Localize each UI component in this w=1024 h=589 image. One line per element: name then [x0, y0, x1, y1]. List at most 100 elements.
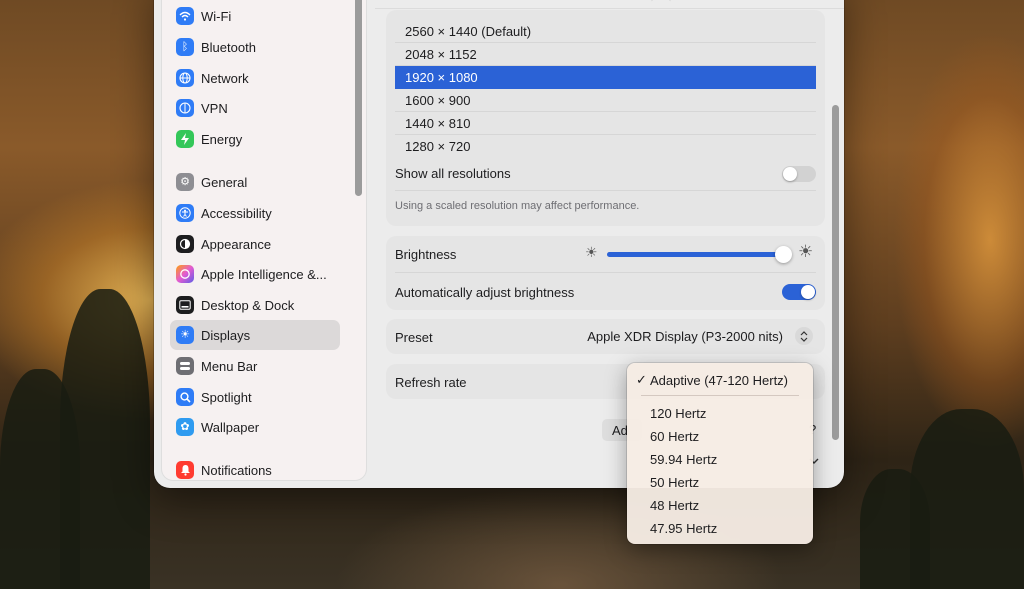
preset-stepper-icon[interactable]	[795, 327, 813, 345]
preset-label: Preset	[395, 329, 433, 345]
resolution-option[interactable]: 1600 × 900	[395, 89, 816, 112]
main-scrollbar[interactable]	[832, 105, 839, 440]
brightness-label: Brightness	[395, 246, 457, 262]
sidebar-item-label: Wi-Fi	[201, 8, 232, 24]
sidebar-item-label: Wallpaper	[201, 419, 260, 435]
checkmark-icon: ✓	[636, 372, 647, 387]
divider	[395, 190, 816, 191]
sidebar-item-label: Accessibility	[201, 205, 272, 221]
menubar-icon	[176, 357, 194, 375]
sidebar-item-label: Network	[201, 70, 249, 86]
resolution-option[interactable]: 2048 × 1152	[395, 43, 816, 66]
wallpaper-tree	[0, 369, 80, 589]
scaling-note-row: Using a scaled resolution may affect per…	[395, 198, 816, 214]
sidebar-item-label: Bluetooth	[201, 39, 256, 55]
sidebar-item-energy[interactable]: Energy	[170, 124, 340, 154]
bell-icon	[176, 461, 194, 479]
sidebar-item-label: Menu Bar	[201, 358, 258, 374]
dock-icon	[176, 296, 194, 314]
sun-icon: ☀	[176, 326, 194, 344]
brightness-high-icon: ☀	[798, 242, 814, 261]
popover-top-edge	[375, 8, 844, 9]
sidebar-item-label: Apple Intelligence &...	[201, 266, 327, 282]
sidebar-item-displays[interactable]: ☀ Displays	[170, 320, 340, 350]
sidebar-item-notifications[interactable]: Notifications	[170, 455, 340, 485]
menu-separator	[641, 395, 799, 396]
resolution-group: 2560 × 1440 (Default) 2048 × 1152 1920 ×…	[386, 10, 825, 226]
resolution-option-selected[interactable]: 1920 × 1080	[395, 66, 816, 89]
preset-group: Preset Apple XDR Display (P3-2000 nits)	[386, 319, 825, 354]
sidebar-item-appearance[interactable]: Appearance	[170, 229, 340, 259]
refresh-rate-menu: ✓ Adaptive (47-120 Hertz) 120 Hertz 60 H…	[627, 363, 813, 544]
flower-icon: ✿	[176, 418, 194, 436]
show-all-resolutions-toggle[interactable]	[782, 166, 816, 182]
sidebar-item-wallpaper[interactable]: ✿ Wallpaper	[170, 412, 340, 442]
refresh-rate-option[interactable]: 120 Hertz	[632, 402, 808, 424]
sidebar-item-label: General	[201, 174, 248, 190]
refresh-rate-option[interactable]: 50 Hertz	[632, 471, 808, 493]
bolt-icon	[176, 130, 194, 148]
preset-value[interactable]: Apple XDR Display (P3-2000 nits)	[587, 329, 783, 344]
brightness-group: Brightness ☀ ☀ Automatically adjust brig…	[386, 236, 825, 310]
refresh-rate-option-label: Adaptive (47-120 Hertz)	[650, 372, 789, 388]
resolution-option[interactable]: 2560 × 1440 (Default)	[395, 20, 816, 43]
advanced-button-label: Ad	[612, 422, 628, 438]
sidebar-item-spotlight[interactable]: Spotlight	[170, 382, 340, 412]
sidebar-item-bluetooth[interactable]: ᛒ Bluetooth	[170, 32, 340, 62]
search-icon	[176, 388, 194, 406]
show-all-resolutions-label: Show all resolutions	[395, 165, 511, 181]
refresh-rate-option-label: 48 Hertz	[650, 497, 700, 513]
refresh-rate-option-label: 120 Hertz	[650, 405, 707, 421]
brightness-slider[interactable]	[607, 246, 792, 263]
sidebar-item-vpn[interactable]: VPN	[170, 93, 340, 123]
refresh-rate-option-label: 50 Hertz	[650, 474, 700, 490]
sidebar-item-label: Spotlight	[201, 389, 252, 405]
refresh-rate-option-selected[interactable]: ✓ Adaptive (47-120 Hertz)	[632, 369, 808, 391]
sidebar-item-desktop-dock[interactable]: Desktop & Dock	[170, 290, 340, 320]
refresh-rate-option[interactable]: 60 Hertz	[632, 425, 808, 447]
auto-brightness-label: Automatically adjust brightness	[395, 284, 575, 300]
gear-icon: ⚙	[176, 173, 194, 191]
refresh-rate-option[interactable]: 48 Hertz	[632, 494, 808, 516]
globe-icon	[176, 69, 194, 87]
wallpaper-tree	[860, 469, 930, 589]
sidebar-item-general[interactable]: ⚙ General	[170, 167, 340, 197]
brightness-low-icon: ☀	[585, 244, 598, 260]
refresh-rate-option-label: 59.94 Hertz	[650, 451, 718, 467]
scaling-note: Using a scaled resolution may affect per…	[395, 200, 640, 212]
brightness-slider-thumb[interactable]	[775, 246, 792, 263]
sidebar-item-accessibility[interactable]: Accessibility	[170, 198, 340, 228]
divider	[395, 272, 816, 273]
refresh-rate-option[interactable]: 59.94 Hertz	[632, 448, 808, 470]
sidebar-item-menu-bar[interactable]: Menu Bar	[170, 351, 340, 381]
toggle-knob	[801, 285, 815, 299]
sidebar-item-label: Desktop & Dock	[201, 297, 295, 313]
sidebar-item-label: Energy	[201, 131, 243, 147]
resolution-option[interactable]: 1280 × 720	[395, 135, 816, 158]
refresh-rate-label: Refresh rate	[395, 374, 467, 390]
resolution-option[interactable]: 1440 × 810	[395, 112, 816, 135]
brightness-slider-fill	[607, 252, 786, 257]
wifi-icon	[176, 7, 194, 25]
sidebar-scrollbar[interactable]	[355, 0, 362, 196]
accessibility-icon	[176, 204, 194, 222]
refresh-rate-option-label: 60 Hertz	[650, 428, 700, 444]
auto-brightness-row: Automatically adjust brightness	[395, 281, 816, 303]
sidebar-item-network[interactable]: Network	[170, 63, 340, 93]
sidebar-item-apple-intelligence[interactable]: Apple Intelligence &...	[170, 259, 340, 289]
vpn-icon	[176, 99, 194, 117]
refresh-rate-option-label: 47.95 Hertz	[650, 520, 718, 536]
sidebar-item-label: Displays	[201, 327, 251, 343]
sidebar-item-label: VPN	[201, 100, 228, 116]
show-all-resolutions-row: Show all resolutions	[395, 162, 816, 184]
toggle-knob	[783, 167, 797, 181]
refresh-rate-option[interactable]: 47.95 Hertz	[632, 517, 808, 539]
sidebar-item-label: Appearance	[201, 236, 272, 252]
auto-brightness-toggle[interactable]	[782, 284, 816, 300]
sidebar: Wi-Fi ᛒ Bluetooth Network VPN Energy ⚙ G…	[162, 0, 366, 480]
bluetooth-icon: ᛒ	[176, 38, 194, 56]
apple-intelligence-icon	[176, 265, 194, 283]
appearance-icon	[176, 235, 194, 253]
sidebar-item-label: Notifications	[201, 462, 272, 478]
sidebar-item-wifi[interactable]: Wi-Fi	[170, 1, 340, 31]
